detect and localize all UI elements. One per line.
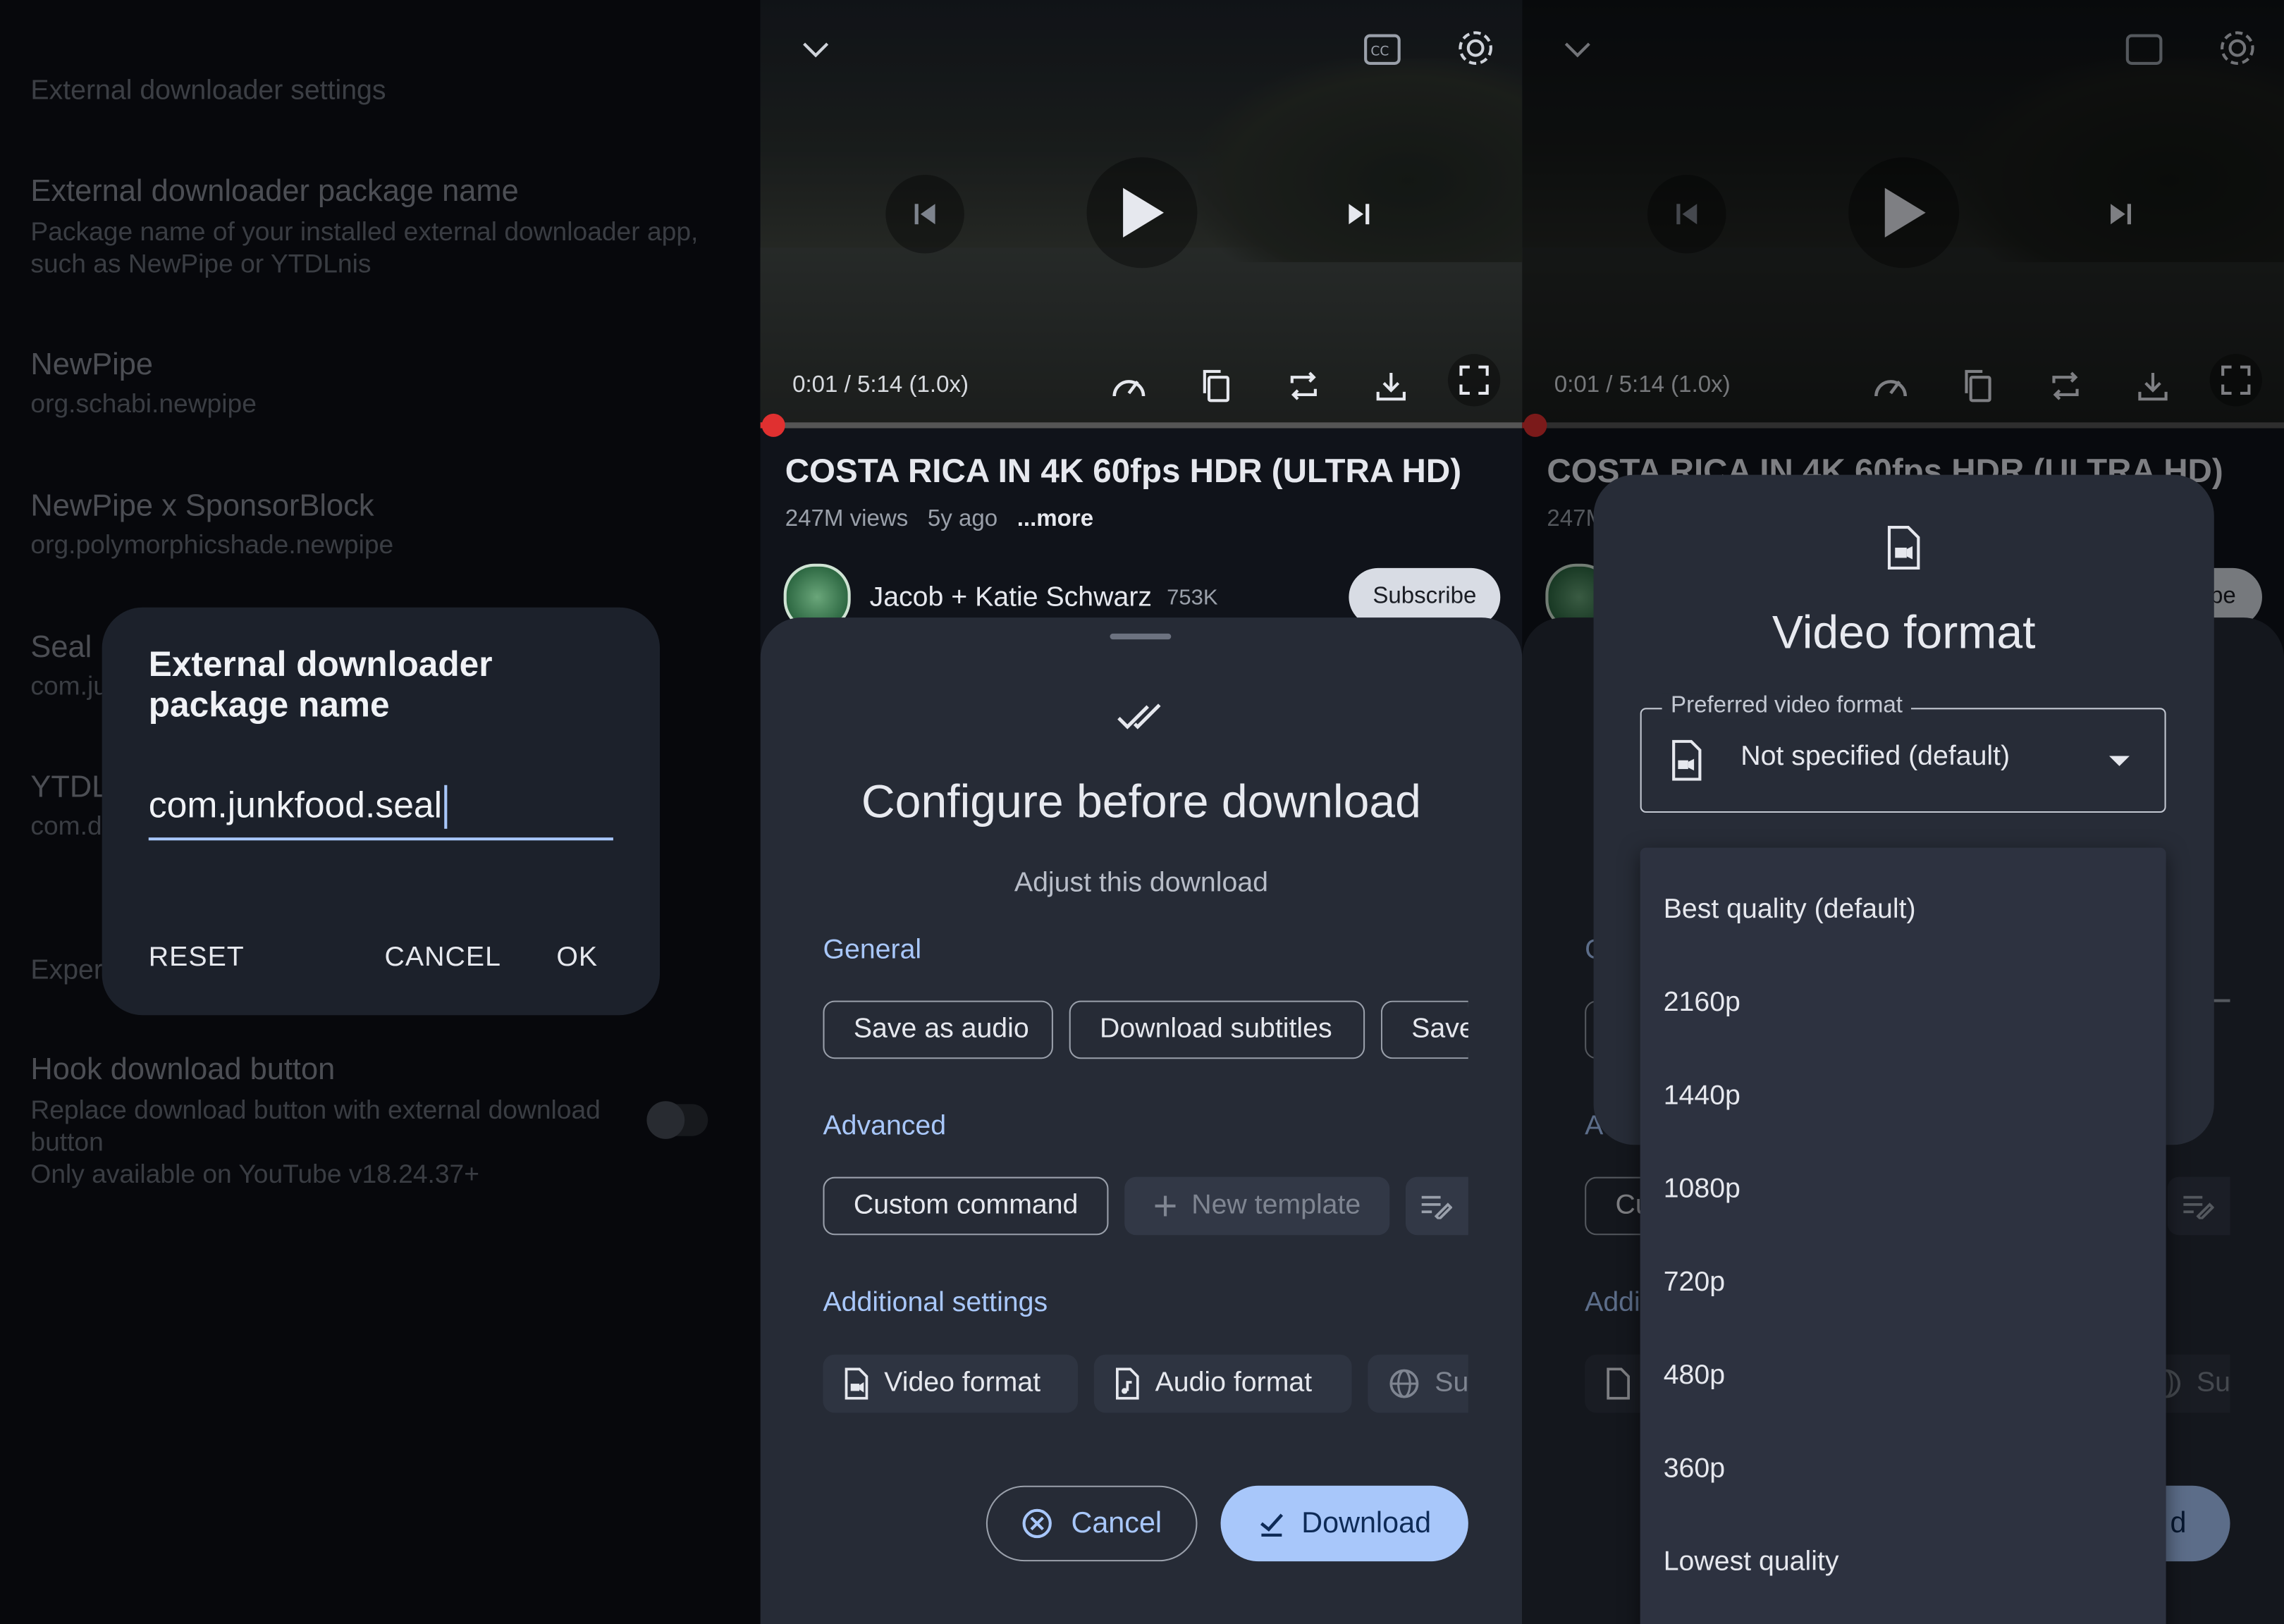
- add-icon: [1154, 1194, 1177, 1217]
- next-icon[interactable]: [1337, 192, 1381, 236]
- video-format-label: Video format: [884, 1367, 1041, 1398]
- playback-time: 0:01 / 5:14 (1.0x): [792, 372, 969, 398]
- package-name-input[interactable]: com.junkfood.seal: [149, 785, 447, 830]
- cancel-button[interactable]: CANCEL: [385, 942, 501, 974]
- field-value: Not specified (default): [1740, 741, 2010, 773]
- general-header: General: [823, 935, 922, 966]
- dialog-title: External downloader package name: [148, 645, 493, 726]
- captions-icon[interactable]: CC: [1362, 32, 1403, 67]
- new-template-chip[interactable]: New template: [1124, 1176, 1390, 1236]
- dialog-title: Video format: [1772, 605, 2036, 659]
- audio-file-icon: [1115, 1367, 1141, 1400]
- svg-text:CC: CC: [1370, 44, 1389, 59]
- sheet-drag-handle[interactable]: [1110, 633, 1172, 640]
- audio-format-label: Audio format: [1155, 1367, 1313, 1398]
- menu-item-best-quality[interactable]: Best quality (default): [1664, 894, 1916, 926]
- preferred-video-format-dropdown[interactable]: Preferred video format Not specified (de…: [1640, 693, 2166, 813]
- settings-gear-icon[interactable]: [1454, 26, 1497, 70]
- input-text: com.junkfood.seal: [148, 785, 443, 826]
- sheet-title: Configure before download: [861, 775, 1421, 828]
- dropdown-arrow-icon: [2102, 750, 2137, 773]
- new-template-label: New template: [1191, 1190, 1361, 1221]
- video-player[interactable]: CC 0:01 / 5:14 (1.0x): [760, 0, 1523, 426]
- settings-panel: External downloader settings External do…: [0, 0, 761, 1624]
- menu-item-360p[interactable]: 360p: [1664, 1453, 1725, 1485]
- progress-scrubber[interactable]: [761, 413, 785, 437]
- sheet-subtitle: Adjust this download: [1014, 868, 1269, 899]
- repeat-icon[interactable]: [1282, 364, 1325, 408]
- subtitle-language-chip[interactable]: Su: [1368, 1354, 1468, 1413]
- advanced-header: Advanced: [823, 1111, 947, 1143]
- menu-item-1440p[interactable]: 1440p: [1664, 1081, 1740, 1112]
- configure-download-sheet: Configure before download Adjust this do…: [760, 617, 1523, 1624]
- video-format-panel: 0:01 / 5:14 (1.0x) COSTA RICA IN 4K 60fp…: [1522, 0, 2284, 1624]
- input-underline: [148, 837, 613, 841]
- menu-item-1080p[interactable]: 1080p: [1664, 1174, 1740, 1206]
- package-name-dialog: External downloader package name com.jun…: [102, 607, 661, 1016]
- cancel-download-button[interactable]: Cancel: [986, 1485, 1198, 1562]
- custom-command-chip[interactable]: Custom command: [823, 1176, 1109, 1236]
- upload-age: 5y ago: [927, 507, 998, 532]
- fullscreen-icon[interactable]: [1447, 354, 1501, 407]
- download-subtitles-chip[interactable]: Download subtitles: [1069, 1000, 1365, 1059]
- text-cursor: [443, 785, 447, 830]
- more-link[interactable]: ...more: [1017, 507, 1093, 531]
- video-file-icon: [1668, 739, 1706, 782]
- field-label: Preferred video format: [1662, 693, 1912, 720]
- video-format-menu: Best quality (default) 2160p 1440p 1080p…: [1640, 847, 2166, 1624]
- chevron-down-icon[interactable]: [795, 29, 836, 70]
- download-label: Download: [1301, 1506, 1432, 1539]
- channel-name[interactable]: Jacob + Katie Schwarz: [870, 583, 1152, 615]
- download-panel: CC 0:01 / 5:14 (1.0x) COSTA RICA IN 4K 6…: [760, 0, 1523, 1624]
- menu-item-2160p[interactable]: 2160p: [1664, 988, 1740, 1019]
- download-button[interactable]: Download: [1220, 1485, 1468, 1562]
- previous-icon[interactable]: [885, 174, 964, 254]
- globe-icon: [1388, 1367, 1420, 1399]
- subscriber-count: 753K: [1167, 585, 1218, 610]
- cancel-circle-icon: [1021, 1508, 1053, 1539]
- video-file-icon: [843, 1367, 869, 1400]
- video-meta: 247M views 5y ago ...more: [785, 507, 1093, 533]
- audio-format-chip[interactable]: Audio format: [1093, 1354, 1352, 1413]
- menu-item-lowest-quality[interactable]: Lowest quality: [1664, 1547, 1839, 1579]
- copy-icon[interactable]: [1194, 364, 1238, 408]
- video-format-chip[interactable]: Video format: [823, 1354, 1079, 1413]
- video-progress-bar[interactable]: [760, 413, 1523, 437]
- speed-icon[interactable]: [1107, 364, 1150, 408]
- menu-item-480p[interactable]: 480p: [1664, 1360, 1725, 1392]
- save-chip[interactable]: Save: [1380, 1000, 1468, 1059]
- reset-button[interactable]: RESET: [149, 942, 245, 974]
- check-icon: [1258, 1511, 1284, 1537]
- video-file-icon: [1881, 524, 1927, 571]
- cancel-label: Cancel: [1071, 1506, 1162, 1539]
- video-title: COSTA RICA IN 4K 60fps HDR (ULTRA HD): [785, 451, 1462, 490]
- edit-templates-chip[interactable]: [1405, 1176, 1468, 1236]
- ok-button[interactable]: OK: [556, 942, 598, 974]
- download-icon[interactable]: [1369, 364, 1413, 408]
- menu-item-720p[interactable]: 720p: [1664, 1267, 1725, 1299]
- subtitle-chip-label: Su: [1435, 1367, 1468, 1398]
- edit-note-icon: [1421, 1195, 1453, 1219]
- done-all-icon: [1115, 699, 1167, 734]
- save-as-audio-chip[interactable]: Save as audio: [823, 1000, 1053, 1059]
- play-icon[interactable]: [1086, 157, 1198, 269]
- view-count: 247M views: [785, 507, 909, 532]
- additional-settings-header: Additional settings: [823, 1287, 1048, 1319]
